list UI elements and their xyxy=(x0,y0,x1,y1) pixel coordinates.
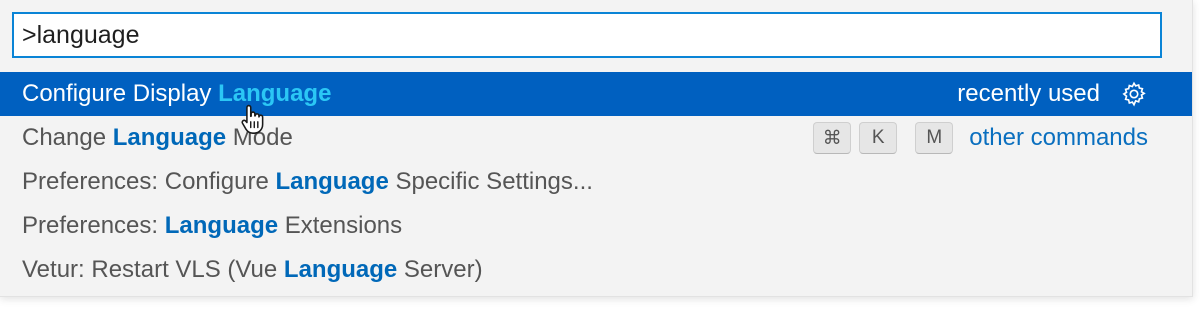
list-item[interactable]: Preferences: Configure Language Specific… xyxy=(0,160,1192,204)
item-label-match: Language xyxy=(164,212,279,239)
item-label-prefix: Change xyxy=(22,124,113,151)
item-label-suffix: Server) xyxy=(397,256,483,283)
item-label-prefix: Preferences: xyxy=(22,212,165,239)
command-search-input[interactable] xyxy=(14,14,1160,56)
command-palette: Configure Display Language recently used… xyxy=(0,0,1193,297)
list-item[interactable]: Change Language Mode ⌘ K M other command… xyxy=(0,116,1192,160)
item-label-prefix: Preferences: Configure xyxy=(22,168,276,195)
keybinding-key: M xyxy=(915,122,954,154)
command-results-list: Configure Display Language recently used… xyxy=(0,72,1192,292)
list-item[interactable]: Configure Display Language recently used xyxy=(0,72,1192,116)
item-label-suffix: Specific Settings... xyxy=(388,168,593,195)
item-right-section: ⌘ K M other commands xyxy=(805,116,1148,160)
item-label-prefix: Vetur: Restart VLS (Vue xyxy=(22,256,284,283)
list-item[interactable]: Vetur: Restart VLS (Vue Language Server) xyxy=(0,248,1192,292)
item-label-prefix: Configure Display xyxy=(22,80,219,107)
command-input-container[interactable] xyxy=(12,12,1162,58)
item-label-match: Language xyxy=(112,124,227,151)
item-label-suffix: Extensions xyxy=(278,212,403,239)
other-commands-label: other commands xyxy=(969,124,1148,151)
item-label-match: Language xyxy=(275,168,389,195)
list-item[interactable]: Preferences: Language Extensions xyxy=(0,204,1192,248)
recently-used-label: recently used xyxy=(957,80,1100,107)
keybinding-key: ⌘ xyxy=(813,122,852,154)
item-right-section: recently used xyxy=(957,72,1148,116)
gear-icon[interactable] xyxy=(1120,80,1148,108)
item-label-match: Language xyxy=(283,256,398,283)
item-label-suffix: Mode xyxy=(226,124,293,151)
item-label-match: Language xyxy=(218,80,332,107)
keybinding-key: K xyxy=(859,122,898,154)
